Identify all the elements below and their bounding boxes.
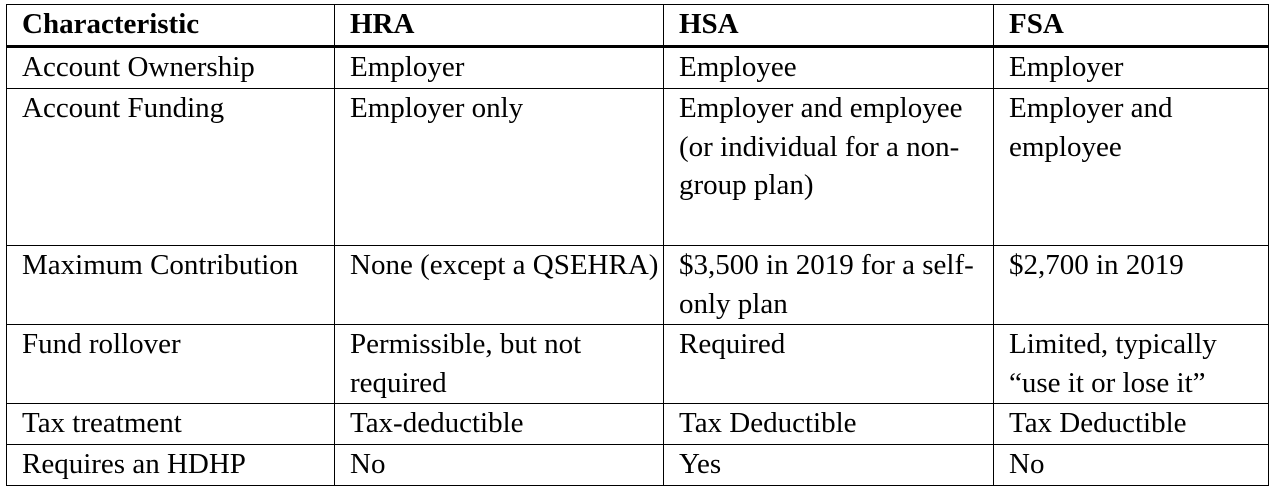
hsa-cell: Tax Deductible <box>663 403 994 445</box>
row-label: Requires an HDHP <box>6 444 335 486</box>
hra-cell: Employer only <box>334 88 664 246</box>
table-row: Tax treatment Tax-deductible Tax Deducti… <box>6 403 1269 445</box>
header-hra: HRA <box>334 4 664 48</box>
row-label: Tax treatment <box>6 403 335 445</box>
header-row: Characteristic HRA HSA FSA <box>6 4 1269 48</box>
hsa-cell: Employee <box>663 46 994 89</box>
fsa-cell: Limited, typically “use it or lose it” <box>993 324 1269 404</box>
fsa-cell: $2,700 in 2019 <box>993 245 1269 325</box>
row-label: Fund rollover <box>6 324 335 404</box>
header-hsa: HSA <box>663 4 994 48</box>
hra-cell: None (except a QSEHRA) <box>334 245 664 325</box>
hra-cell: No <box>334 444 664 486</box>
row-label: Account Funding <box>6 88 335 246</box>
table-row: Account Ownership Employer Employee Empl… <box>6 46 1269 89</box>
hra-cell: Permissible, but not required <box>334 324 664 404</box>
header-characteristic: Characteristic <box>6 4 335 48</box>
table-row: Fund rollover Permissible, but not requi… <box>6 324 1269 404</box>
row-label: Account Ownership <box>6 46 335 89</box>
hsa-cell: Required <box>663 324 994 404</box>
header-fsa: FSA <box>993 4 1269 48</box>
comparison-table: Characteristic HRA HSA FSA Account Owner… <box>6 4 1269 486</box>
hra-cell: Tax-deductible <box>334 403 664 445</box>
hsa-cell: $3,500 in 2019 for a self-only plan <box>663 245 994 325</box>
fsa-cell: Tax Deductible <box>993 403 1269 445</box>
table-row: Maximum Contribution None (except a QSEH… <box>6 245 1269 325</box>
hsa-cell: Yes <box>663 444 994 486</box>
fsa-cell: Employer <box>993 46 1269 89</box>
table-row: Account Funding Employer only Employer a… <box>6 88 1269 246</box>
fsa-cell: Employer and employee <box>993 88 1269 246</box>
table-row: Requires an HDHP No Yes No <box>6 444 1269 486</box>
hsa-cell: Employer and employee (or individual for… <box>663 88 994 246</box>
hra-cell: Employer <box>334 46 664 89</box>
fsa-cell: No <box>993 444 1269 486</box>
row-label: Maximum Contribution <box>6 245 335 325</box>
